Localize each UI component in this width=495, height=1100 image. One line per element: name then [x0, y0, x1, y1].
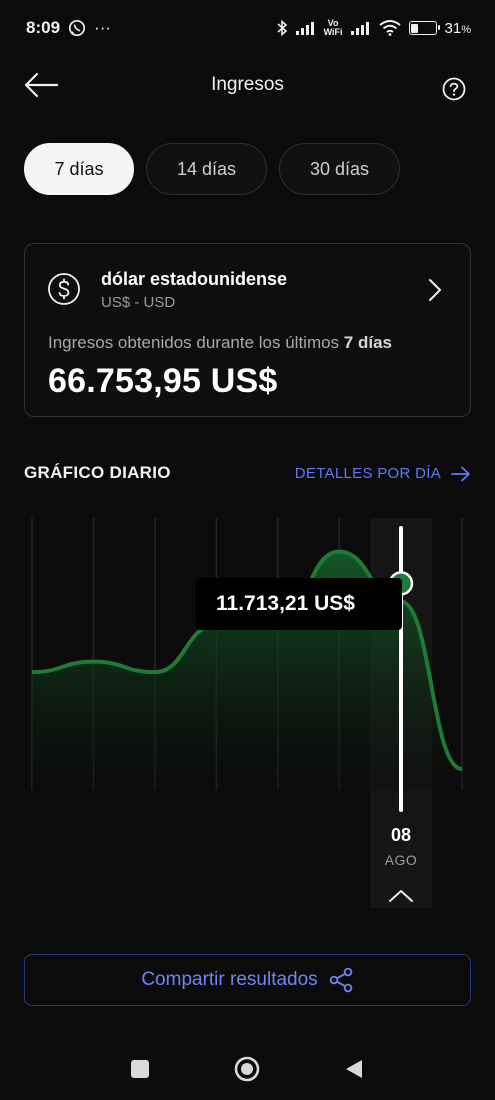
daily-chart[interactable] [0, 518, 495, 908]
currency-code: US$ - USD [101, 294, 176, 311]
earnings-label: Ingresos obtenidos durante los últimos 7… [48, 333, 392, 352]
selected-month-label: AGO [384, 852, 418, 868]
currency-name: dólar estadounidense [101, 269, 288, 289]
battery-percent: 31% [444, 19, 471, 37]
status-time: 8:09 [26, 18, 61, 37]
whatsapp-icon [68, 19, 86, 37]
details-by-day-link[interactable]: DETALLES POR DÍA [295, 465, 471, 482]
signal-icon [295, 21, 316, 35]
recents-button[interactable] [131, 1060, 149, 1078]
dollar-circle-icon [48, 273, 80, 305]
selected-day-label: 08 [390, 825, 412, 845]
battery-icon [408, 21, 440, 35]
earnings-period: 7 días [343, 333, 392, 352]
bluetooth-icon [276, 19, 288, 37]
top-bar: Ingresos [0, 58, 495, 116]
arrow-right-icon [451, 466, 470, 481]
period-tabs: 7 días 14 días 30 días [24, 143, 400, 195]
chevron-right-icon [429, 279, 441, 301]
signal-2-icon [350, 21, 371, 35]
share-results-button[interactable]: Compartir resultados [24, 954, 471, 1006]
earnings-total: 66.753,95 US$ [48, 362, 278, 400]
system-nav-bar [0, 1042, 495, 1098]
tab-14-days[interactable]: 14 días [146, 143, 267, 195]
nav-back-button[interactable] [344, 1058, 364, 1080]
vowifi-icon: Vo WiFi [323, 18, 343, 37]
home-button[interactable] [234, 1056, 260, 1082]
tab-7-days[interactable]: 7 días [24, 143, 134, 195]
chevron-up-icon[interactable] [388, 888, 414, 904]
help-button[interactable] [441, 76, 467, 102]
page-title: Ingresos [211, 74, 284, 95]
question-circle-icon [442, 77, 466, 101]
status-bar: 8:09 ··· Vo WiFi 31% [0, 0, 495, 56]
currency-card[interactable]: dólar estadounidense US$ - USD Ingresos … [24, 243, 471, 417]
share-icon [329, 967, 352, 993]
wifi-icon [378, 20, 401, 36]
more-notifications-icon: ··· [94, 18, 112, 37]
tab-30-days[interactable]: 30 días [279, 143, 400, 195]
value-tooltip: 11.713,21 US$ [196, 578, 402, 630]
daily-chart-title: GRÁFICO DIARIO [24, 463, 171, 482]
